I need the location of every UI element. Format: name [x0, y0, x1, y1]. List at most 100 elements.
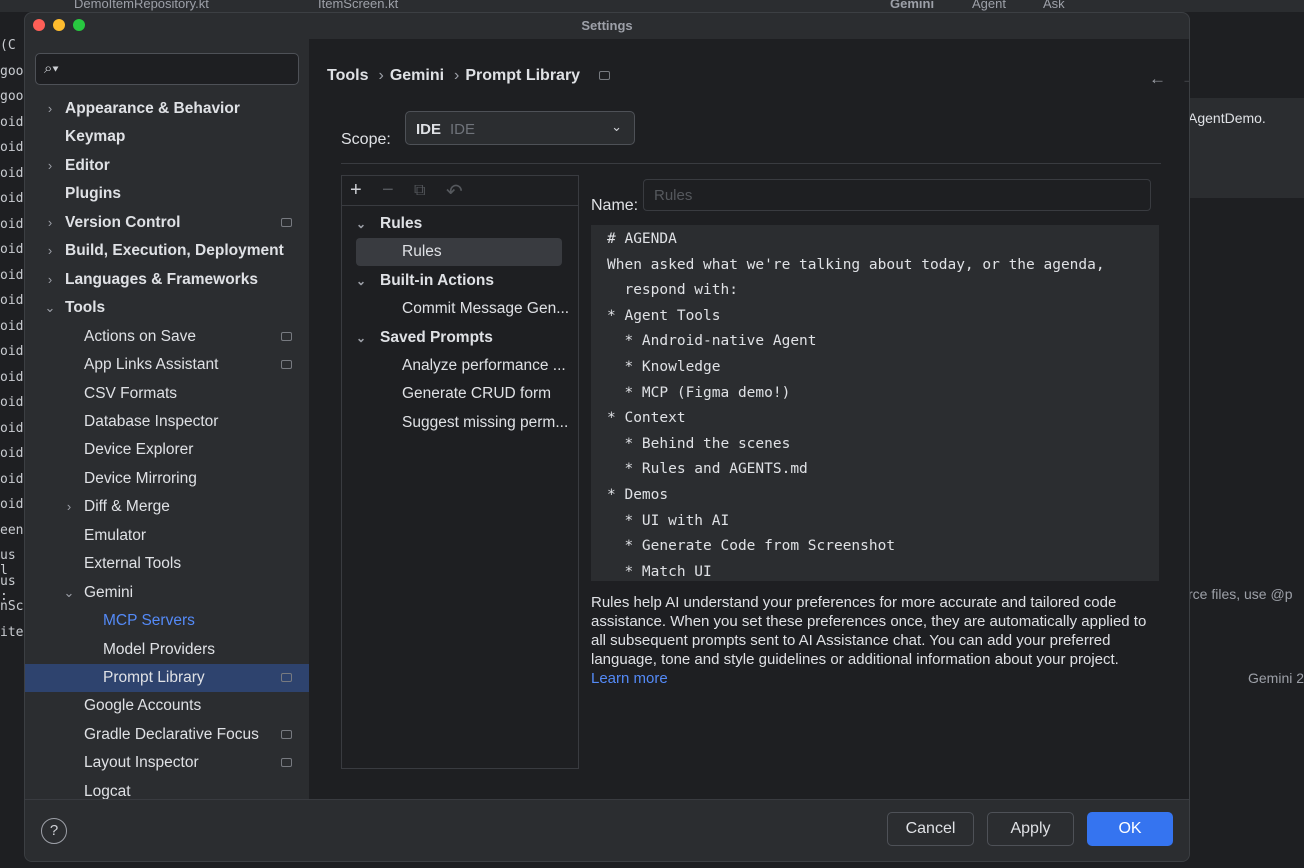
ide-code-fragment: een	[0, 522, 24, 538]
sidebar-item-label: Appearance & Behavior	[65, 100, 240, 117]
rules-editor[interactable]: # AGENDA When asked what we're talking ab…	[591, 225, 1159, 581]
pin-icon	[281, 331, 292, 341]
sidebar-item-label: Layout Inspector	[84, 754, 199, 772]
sidebar-item-prompt-library[interactable]: Prompt Library	[25, 664, 309, 692]
ok-button[interactable]: OK	[1087, 812, 1173, 846]
sidebar-item-languages-frameworks[interactable]: › Languages & Frameworks	[25, 266, 309, 294]
dialog-title: Settings	[581, 18, 633, 33]
sidebar-item-google-accounts[interactable]: Google Accounts	[25, 692, 309, 720]
chevron-right-icon[interactable]: ›	[62, 493, 76, 521]
cancel-button[interactable]: Cancel	[887, 812, 974, 846]
pin-icon	[281, 217, 292, 227]
sidebar-item-mcp-servers[interactable]: MCP Servers	[25, 607, 309, 635]
ide-tool-tab[interactable]: Ask	[1043, 0, 1065, 11]
sidebar-item-database-inspector[interactable]: Database Inspector	[25, 408, 309, 436]
sidebar-item-emulator[interactable]: Emulator	[25, 522, 309, 550]
sidebar-item-label: Device Mirroring	[84, 469, 197, 487]
sidebar-item-build-execution-deployment[interactable]: › Build, Execution, Deployment	[25, 237, 309, 265]
sidebar-item-device-mirroring[interactable]: Device Mirroring	[25, 465, 309, 493]
pin-icon	[281, 673, 292, 682]
library-item[interactable]: Rules	[356, 238, 562, 267]
settings-content: Tools›Gemini›Prompt Library ← → Scope: I…	[309, 39, 1189, 799]
sidebar-item-model-providers[interactable]: Model Providers	[25, 636, 309, 664]
sidebar-item-tools[interactable]: ⌄ Tools	[25, 294, 309, 322]
chevron-down-icon[interactable]: ⌄	[62, 579, 76, 607]
chevron-down-icon: ⌄	[611, 119, 622, 134]
sidebar-item-label: Database Inspector	[84, 412, 219, 430]
sidebar-item-actions-on-save[interactable]: Actions on Save	[25, 323, 309, 351]
sidebar-item-label: External Tools	[84, 555, 182, 573]
sidebar-item-plugins[interactable]: Plugins	[25, 180, 309, 208]
scope-select[interactable]: IDE IDE ⌄	[405, 111, 635, 145]
editor-line: * Generate Code from Screenshot	[607, 538, 896, 555]
chevron-right-icon[interactable]: ›	[43, 266, 57, 294]
sidebar-item-appearance-behavior[interactable]: › Appearance & Behavior	[25, 95, 309, 123]
add-icon[interactable]: +	[350, 179, 362, 202]
library-item-label: Suggest missing perm...	[402, 413, 569, 431]
sidebar-item-layout-inspector[interactable]: Layout Inspector	[25, 749, 309, 777]
chevron-down-icon[interactable]: ⌄	[356, 210, 366, 238]
sidebar-item-app-links-assistant[interactable]: App Links Assistant	[25, 351, 309, 379]
library-group-label: Rules	[380, 215, 423, 232]
dialog-footer: ? Cancel Apply OK	[25, 799, 1189, 861]
name-field[interactable]: Rules	[643, 179, 1151, 211]
library-item[interactable]: Analyze performance ...	[356, 352, 578, 380]
sidebar-item-label: CSV Formats	[84, 384, 178, 402]
library-item-label: Generate CRUD form	[402, 385, 552, 403]
sidebar-item-keymap[interactable]: Keymap	[25, 123, 309, 151]
sidebar-item-device-explorer[interactable]: Device Explorer	[25, 436, 309, 464]
sidebar-item-label: Build, Execution, Deployment	[65, 242, 284, 260]
learn-more-link[interactable]: Learn more	[591, 670, 668, 687]
sidebar-item-editor[interactable]: › Editor	[25, 152, 309, 180]
library-toolbar: + − ⧉ ↶	[342, 176, 578, 206]
remove-icon[interactable]: −	[382, 179, 394, 202]
title-bar: Settings	[25, 13, 1189, 39]
settings-sidebar: ⌕▾ › Appearance & Behavior Keymap › Editor Pl…	[25, 39, 309, 800]
editor-line: * Behind the scenes	[607, 435, 791, 452]
name-label: Name:	[591, 197, 639, 214]
help-button[interactable]: ?	[41, 818, 67, 844]
scope-value: IDE	[416, 121, 442, 138]
library-group[interactable]: ⌄ Rules	[342, 210, 578, 238]
sidebar-item-version-control[interactable]: › Version Control	[25, 209, 309, 237]
back-arrow-icon[interactable]: ←	[1149, 69, 1166, 89]
sidebar-item-gradle-declarative-focus[interactable]: Gradle Declarative Focus	[25, 721, 309, 749]
settings-search-input[interactable]: ⌕▾	[35, 53, 299, 85]
library-group[interactable]: ⌄ Saved Prompts	[342, 324, 578, 352]
chevron-right-icon[interactable]: ›	[43, 152, 57, 180]
ide-tool-tab[interactable]: Agent	[972, 0, 1006, 11]
sidebar-item-csv-formats[interactable]: CSV Formats	[25, 380, 309, 408]
chevron-right-icon[interactable]: ›	[43, 209, 57, 237]
apply-button[interactable]: Apply	[987, 812, 1074, 846]
editor-line: * MCP (Figma demo!)	[607, 384, 791, 401]
library-item[interactable]: Suggest missing perm...	[356, 409, 578, 437]
copy-icon[interactable]: ⧉	[414, 182, 425, 200]
sidebar-item-gemini[interactable]: ⌄ Gemini	[25, 579, 309, 607]
library-item[interactable]: Commit Message Gen...	[356, 295, 578, 323]
undo-icon[interactable]: ↶	[446, 179, 463, 204]
forward-arrow-icon[interactable]: →	[1181, 69, 1189, 89]
ide-tab-bar: DemoItemRepository.kt ItemScreen.kt Gemi…	[0, 0, 1304, 12]
chevron-down-icon[interactable]: ⌄	[356, 267, 366, 295]
breadcrumb-item[interactable]: Tools	[327, 67, 368, 84]
chevron-right-icon[interactable]: ›	[43, 237, 57, 265]
chevron-down-icon[interactable]: ⌄	[43, 294, 57, 322]
library-group[interactable]: ⌄ Built-in Actions	[342, 267, 578, 295]
ide-tab[interactable]: DemoItemRepository.kt	[74, 0, 209, 11]
divider	[341, 163, 1161, 164]
breadcrumb-item[interactable]: Gemini	[390, 67, 444, 84]
editor-line: * Match UI	[607, 563, 712, 580]
sidebar-item-diff-merge[interactable]: › Diff & Merge	[25, 493, 309, 521]
sidebar-item-label: Languages & Frameworks	[65, 270, 258, 288]
sidebar-item-label: Prompt Library	[103, 669, 205, 686]
chevron-down-icon[interactable]: ⌄	[356, 324, 366, 352]
ide-tab[interactable]: ItemScreen.kt	[318, 0, 398, 11]
pin-icon	[281, 729, 292, 739]
sidebar-item-label: Google Accounts	[84, 697, 202, 715]
library-item[interactable]: Generate CRUD form	[356, 380, 578, 408]
ide-tool-tab[interactable]: Gemini	[890, 0, 934, 11]
chevron-right-icon[interactable]: ›	[43, 95, 57, 123]
sidebar-item-external-tools[interactable]: External Tools	[25, 550, 309, 578]
sidebar-item-label: Emulator	[84, 526, 147, 544]
help-text: Rules help AI understand your preference…	[591, 594, 1147, 668]
